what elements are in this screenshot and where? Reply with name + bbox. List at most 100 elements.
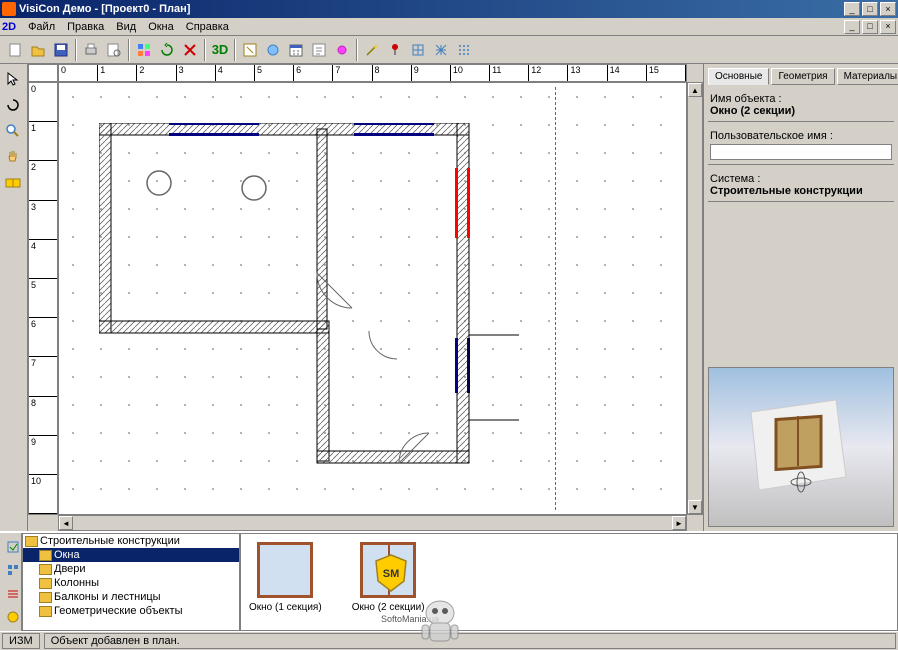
scroll-h-track[interactable]: [73, 516, 672, 530]
catalog-tree[interactable]: Строительные конструкции Окна Двери Коло…: [22, 533, 240, 631]
grid-button[interactable]: [453, 39, 475, 61]
shield-icon: SM: [371, 553, 411, 593]
tool-c-button[interactable]: [262, 39, 284, 61]
zoom-tool[interactable]: [2, 120, 24, 142]
delete-button[interactable]: [179, 39, 201, 61]
catalog-thumb: [257, 542, 313, 598]
view-3d-button[interactable]: 3D: [209, 39, 231, 61]
tree-item-balconies[interactable]: Балконы и лестницы: [23, 590, 239, 604]
user-name-input[interactable]: [710, 144, 892, 160]
ruler-h-tick: 8: [373, 65, 412, 81]
tool-a-button[interactable]: [133, 39, 155, 61]
ruler-h-tick: 3: [177, 65, 216, 81]
scroll-left-button[interactable]: ◄: [59, 516, 73, 530]
folder-icon: [39, 550, 52, 561]
ruler-v-tick: 4: [29, 240, 57, 279]
print-preview-button[interactable]: [103, 39, 125, 61]
tool-d-button[interactable]: [308, 39, 330, 61]
menubar: 2D Файл Правка Вид Окна Справка _ □ ×: [0, 18, 898, 36]
menu-windows[interactable]: Окна: [142, 20, 180, 34]
tree-tool-b[interactable]: [2, 561, 24, 581]
minimize-button[interactable]: _: [844, 2, 860, 16]
save-button[interactable]: [50, 39, 72, 61]
tree-item-geometry[interactable]: Геометрические объекты: [23, 604, 239, 618]
mdi-minimize-button[interactable]: _: [844, 20, 860, 34]
menu-view[interactable]: Вид: [110, 20, 142, 34]
catalog-thumb: SM: [360, 542, 416, 598]
new-button[interactable]: [4, 39, 26, 61]
window-title: VisiCon Демо - [Проект0 - План]: [19, 3, 844, 15]
rotate-tool[interactable]: [2, 94, 24, 116]
select-tool[interactable]: [2, 68, 24, 90]
folder-icon: [39, 564, 52, 575]
ruler-v-tick: 8: [29, 397, 57, 436]
tree-toolbar: [0, 533, 22, 631]
ruler-h-tick: 6: [294, 65, 333, 81]
tree-tool-d[interactable]: [2, 608, 24, 628]
object-preview[interactable]: [708, 367, 894, 527]
menu-file[interactable]: Файл: [22, 20, 61, 34]
tool-e-button[interactable]: [331, 39, 353, 61]
scroll-right-button[interactable]: ►: [672, 516, 686, 530]
open-button[interactable]: [27, 39, 49, 61]
scrollbar-vertical[interactable]: ▲ ▼: [687, 82, 703, 515]
catalog-item-window-2[interactable]: SM Окно (2 секции): [352, 542, 425, 622]
pattern-b-button[interactable]: [430, 39, 452, 61]
ruler-v-tick: 3: [29, 201, 57, 240]
tree-item-doors[interactable]: Двери: [23, 562, 239, 576]
bottom-panel: Строительные конструкции Окна Двери Коло…: [0, 531, 898, 631]
scrollbar-horizontal[interactable]: ◄ ►: [58, 515, 687, 531]
menu-help[interactable]: Справка: [180, 20, 235, 34]
tree-item-windows[interactable]: Окна: [23, 548, 239, 562]
tree-item-columns[interactable]: Колонны: [23, 576, 239, 590]
ruler-h-tick: 9: [412, 65, 451, 81]
close-button[interactable]: ×: [880, 2, 896, 16]
tool-b-button[interactable]: [239, 39, 261, 61]
ruler-vertical: 0 1 2 3 4 5 6 7 8 9 10: [28, 82, 58, 515]
ruler-h-tick: 0: [59, 65, 98, 81]
folder-icon: [39, 578, 52, 589]
titlebar: VisiCon Демо - [Проект0 - План] _ □ ×: [0, 0, 898, 18]
tree-root[interactable]: Строительные конструкции: [23, 534, 239, 548]
measure-tool[interactable]: [2, 172, 24, 194]
pattern-a-button[interactable]: [407, 39, 429, 61]
ruler-h-tick: 5: [255, 65, 294, 81]
rotate-button[interactable]: [156, 39, 178, 61]
system-label: Система :: [710, 173, 892, 185]
floor-plan-drawing: [99, 123, 519, 483]
ruler-h-tick: 12: [529, 65, 568, 81]
folder-icon: [39, 592, 52, 603]
pushpin-button[interactable]: [384, 39, 406, 61]
tree-tool-c[interactable]: [2, 584, 24, 604]
tree-item-label: Балконы и лестницы: [54, 591, 161, 603]
tree-root-label: Строительные конструкции: [40, 535, 180, 547]
scroll-down-button[interactable]: ▼: [688, 500, 702, 514]
properties-panel: Основные Геометрия Материалы Имя объекта…: [703, 64, 898, 531]
maximize-button[interactable]: □: [862, 2, 878, 16]
scroll-up-button[interactable]: ▲: [688, 83, 702, 97]
status-mode: ИЗМ: [2, 633, 40, 649]
ruler-h-tick: 15: [647, 65, 686, 81]
object-name-value: Окно (2 секции): [710, 105, 892, 117]
mode-2d-label: 2D: [2, 21, 16, 33]
ruler-v-tick: 5: [29, 279, 57, 318]
calendar-button[interactable]: [285, 39, 307, 61]
drawing-canvas[interactable]: [58, 82, 687, 515]
print-button[interactable]: [80, 39, 102, 61]
user-name-label: Пользовательское имя :: [710, 130, 892, 142]
left-toolbar: [0, 64, 28, 531]
mdi-close-button[interactable]: ×: [880, 20, 896, 34]
catalog-item-window-1[interactable]: Окно (1 секция): [249, 542, 322, 622]
tree-tool-a[interactable]: [2, 537, 24, 557]
tab-main[interactable]: Основные: [708, 68, 769, 85]
folder-icon: [25, 536, 38, 547]
menu-edit[interactable]: Правка: [61, 20, 110, 34]
ruler-h-tick: 7: [333, 65, 372, 81]
scroll-v-track[interactable]: [688, 97, 702, 500]
mdi-maximize-button[interactable]: □: [862, 20, 878, 34]
pan-tool[interactable]: [2, 146, 24, 168]
ruler-v-tick: 10: [29, 475, 57, 514]
tab-geometry[interactable]: Геометрия: [771, 68, 834, 85]
tab-materials[interactable]: Материалы: [837, 68, 898, 85]
wand-button[interactable]: [361, 39, 383, 61]
